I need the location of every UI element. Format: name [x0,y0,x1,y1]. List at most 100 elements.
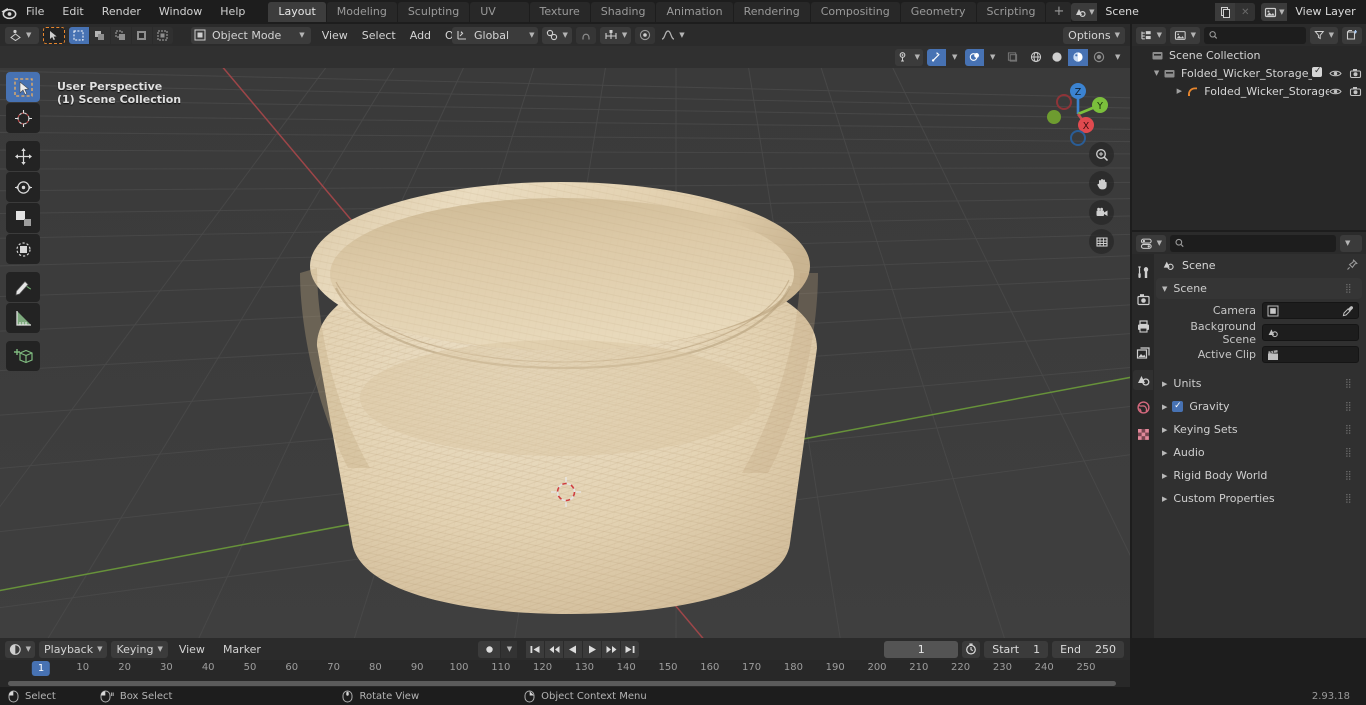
view-layer-icon[interactable]: ▼ [1261,3,1288,21]
jump-to-next-keyframe-button[interactable] [602,640,620,658]
select-intersect-button[interactable] [153,26,173,44]
shading-solid-button[interactable] [1047,48,1067,66]
3d-viewport[interactable]: User Perspective (1) Scene Collection Z … [0,68,1130,638]
workspace-tab-modeling[interactable]: Modeling [326,2,397,22]
topbar-menu-help[interactable]: Help [211,2,254,22]
outliner-display-mode-selector[interactable]: ▼ [1170,26,1200,44]
tool-move[interactable] [6,141,40,171]
options-dropdown[interactable]: Options ▼ [1063,26,1125,44]
jump-to-prev-keyframe-button[interactable] [545,640,563,658]
disable-in-renders-icon[interactable] [1349,67,1362,80]
properties-tab-scene[interactable] [1133,370,1153,390]
remove-scene-button[interactable]: ✕ [1235,3,1256,21]
start-frame-field[interactable]: Start 1 [984,640,1049,658]
background-scene-field[interactable] [1262,324,1359,341]
topbar-menu-render[interactable]: Render [93,2,150,22]
timeline-view-menu[interactable]: View [172,641,212,658]
toggle-orthographic-icon[interactable] [1089,229,1114,254]
use-preview-range-button[interactable] [962,640,981,658]
panel-header-scene[interactable]: ▼ Scene ⣿ [1156,278,1362,299]
workspace-tab-geometry-nodes[interactable]: Geometry Nodes [900,2,976,38]
proportional-edit-toggle[interactable] [635,26,656,44]
outliner-row[interactable]: Scene Collection [1132,46,1366,64]
shading-options-dropdown[interactable]: ▼ [1110,48,1124,66]
add-workspace-button[interactable]: + [1046,2,1072,22]
end-frame-field[interactable]: End 250 [1052,640,1124,658]
workspace-tab-layout[interactable]: Layout [268,2,326,22]
gizmo-toggle[interactable] [927,48,946,66]
axis-navigation-gizmo[interactable]: Z Y X [1040,74,1116,150]
timeline-playhead[interactable]: 1 [31,661,51,676]
blender-logo-icon[interactable] [0,0,17,24]
properties-search-input[interactable] [1170,234,1336,252]
properties-tab-render[interactable] [1133,289,1153,309]
pan-hand-icon[interactable] [1089,171,1114,196]
current-frame-field[interactable]: 1 [884,640,959,658]
viewport-menu-add[interactable]: Add [403,27,438,44]
tool-tweak-select-box[interactable] [6,72,40,102]
select-set-button[interactable] [69,26,89,44]
camera-field[interactable] [1262,302,1359,319]
zoom-icon[interactable] [1089,142,1114,167]
properties-options-dropdown[interactable]: ▼ [1340,234,1362,252]
tool-measure[interactable] [6,303,40,333]
outliner-editor-type-selector[interactable]: ▼ [1136,26,1166,44]
workspace-tab-animation[interactable]: Animation [656,2,733,22]
disclosure-triangle-icon[interactable]: ▼ [1152,69,1161,77]
workspace-tab-texture-paint[interactable]: Texture Paint [529,2,590,38]
topbar-menu-edit[interactable]: Edit [53,2,92,22]
tool-scale[interactable] [6,203,40,233]
tool-rotate[interactable] [6,172,40,202]
disable-in-renders-icon[interactable] [1349,85,1362,98]
workspace-tab-scripting[interactable]: Scripting [976,2,1046,22]
timeline-scrollbar[interactable] [8,681,1116,686]
outliner-row[interactable]: ▶ Folded_Wicker_Storage_I [1132,82,1366,100]
properties-tab-output[interactable] [1133,316,1153,336]
camera-view-icon[interactable] [1089,200,1114,225]
workspace-tab-shading[interactable]: Shading [590,2,656,22]
view-layer-name-field[interactable]: View Layer [1287,3,1366,21]
auto-keying-options[interactable]: ▼ [501,640,517,658]
hide-in-viewport-icon[interactable] [1329,85,1342,98]
outliner-row[interactable]: ▼ Folded_Wicker_Storage_Bask✓ [1132,64,1366,82]
topbar-menu-window[interactable]: Window [150,2,211,22]
play-button[interactable] [583,640,601,658]
jump-to-end-button[interactable] [621,640,639,658]
snap-target-selector[interactable]: ▼ [542,26,572,44]
shading-wireframe-button[interactable] [1026,48,1046,66]
pin-icon[interactable] [1346,259,1358,271]
viewport-menu-select[interactable]: Select [355,27,403,44]
hide-in-viewport-icon[interactable] [1329,67,1342,80]
active-tool-indicator[interactable] [43,26,65,44]
overlay-options-dropdown[interactable]: ▼ [985,48,999,66]
shading-rendered-button[interactable] [1089,48,1109,66]
properties-tab-world[interactable] [1133,397,1153,417]
tool-transform[interactable] [6,234,40,264]
active-clip-field[interactable] [1262,346,1359,363]
viewport-menu-view[interactable]: View [315,27,355,44]
visibility-selector[interactable]: ▼ [894,48,923,66]
properties-tab-texture[interactable] [1133,424,1153,444]
panel-header-custom-properties[interactable]: ▶ Custom Properties ⣿ [1156,488,1362,509]
panel-header-rigid-body-world[interactable]: ▶ Rigid Body World ⣿ [1156,465,1362,486]
new-scene-button[interactable] [1215,3,1236,21]
gizmo-options-dropdown[interactable]: ▼ [947,48,961,66]
eyedropper-icon[interactable] [1342,305,1354,317]
timeline-marker-menu[interactable]: Marker [216,641,268,658]
falloff-selector[interactable]: ▼ [659,27,686,44]
properties-editor-type-selector[interactable]: ▼ [1136,234,1166,252]
exclude-from-view-layer-checkbox[interactable]: ✓ [1312,66,1322,80]
play-reverse-button[interactable] [564,640,582,658]
panel-header-gravity[interactable]: ▶ ✓ Gravity ⣿ [1156,396,1362,417]
select-invert-button[interactable] [132,26,152,44]
properties-tab-tool[interactable] [1133,262,1153,282]
workspace-tab-sculpting[interactable]: Sculpting [397,2,470,22]
panel-header-units[interactable]: ▶ Units ⣿ [1156,373,1362,394]
outliner-filter-text[interactable] [1221,28,1301,42]
workspace-tab-compositing[interactable]: Compositing [810,2,900,22]
scene-name-field[interactable]: Scene [1097,3,1216,21]
tool-cursor[interactable] [6,103,40,133]
snap-toggle[interactable] [575,26,596,44]
tool-add-cube[interactable] [6,341,40,371]
timeline-editor-type-selector[interactable]: ▼ [5,640,35,658]
